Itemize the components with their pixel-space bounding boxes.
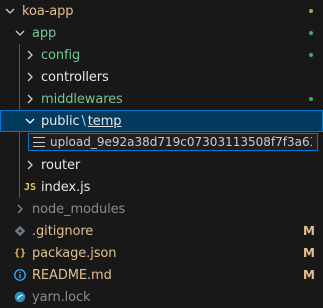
untracked-dot [309,97,313,101]
folder-label: middlewares [41,91,123,107]
chevron-right-icon [22,69,38,85]
folder-app[interactable]: app [0,22,323,44]
file-label: README.md [32,267,112,283]
folder-label: router [41,157,81,173]
explorer-tree: koa-app app config controllers middlewar… [0,0,323,305]
info-icon [12,267,28,283]
chevron-right-icon [22,157,38,173]
file-label: index.js [41,179,91,195]
folder-segment-temp[interactable]: temp [88,114,122,129]
folder-label: config [41,47,81,63]
untracked-dot [309,31,313,35]
file-label: package.json [32,245,117,261]
folder-label: node_modules [32,201,126,217]
file-package-json[interactable]: {} package.json M [0,242,323,264]
modified-badge: M [303,246,315,260]
javascript-file-icon: JS [23,181,37,193]
chevron-right-icon [22,91,38,107]
folder-segment-public[interactable]: public [41,114,80,129]
modified-dot [309,9,313,13]
file-readme-md[interactable]: README.md M [0,264,323,286]
chevron-down-icon [12,25,28,41]
folder-koa-app[interactable]: koa-app [0,0,323,22]
chevron-right-icon [12,201,28,217]
rename-input[interactable] [50,134,312,150]
compact-folder-label: public \ temp [41,113,122,129]
file-lines-icon [33,137,45,147]
folder-node-modules[interactable]: node_modules [0,198,323,220]
file-yarn-lock[interactable]: yarn.lock [0,286,323,308]
folder-label: app [32,25,57,41]
file-label: .gitignore [32,223,94,239]
git-file-icon [12,223,28,239]
folder-router[interactable]: router [0,154,323,176]
rename-box[interactable] [28,133,318,151]
modified-badge: M [303,224,315,238]
chevron-down-icon [2,3,18,19]
folder-controllers[interactable]: controllers [0,66,323,88]
folder-label: koa-app [22,3,74,19]
folder-public-temp[interactable]: public \ temp [0,110,323,132]
file-label: yarn.lock [32,289,91,305]
path-separator: \ [81,113,86,129]
folder-middlewares[interactable]: middlewares [0,88,323,110]
chevron-right-icon [22,47,38,63]
file-index-js[interactable]: JS index.js [0,176,323,198]
folder-config[interactable]: config [0,44,323,66]
modified-badge: M [303,268,315,282]
file-gitignore[interactable]: .gitignore M [0,220,323,242]
chevron-down-icon [22,113,38,129]
folder-label: controllers [41,69,109,85]
json-file-icon: {} [13,247,27,259]
untracked-dot [309,53,313,57]
